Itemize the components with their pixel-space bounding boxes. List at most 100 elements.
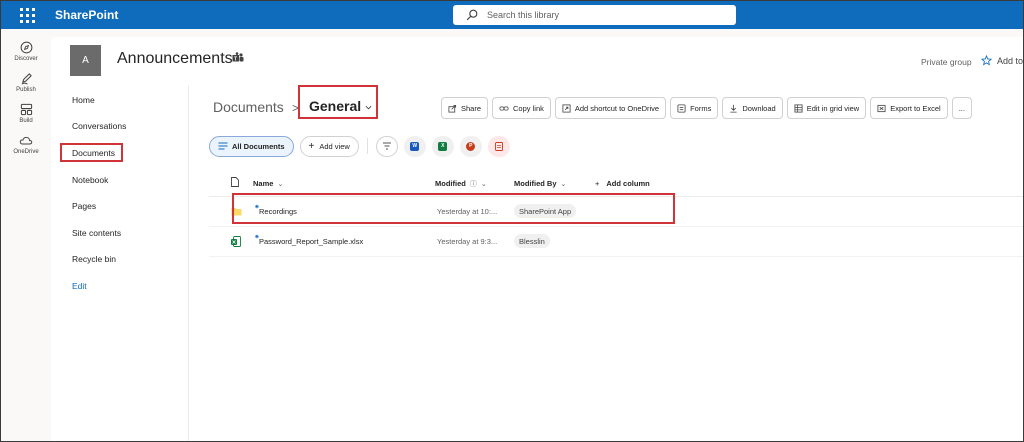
search-placeholder: Search this library — [487, 10, 560, 20]
more-commands-button[interactable]: ... — [951, 97, 972, 119]
forms-button[interactable]: Forms — [670, 97, 719, 119]
new-word-button[interactable]: W — [403, 135, 426, 157]
link-icon — [499, 105, 509, 111]
nav-item-home[interactable]: Home — [72, 95, 95, 105]
new-excel-button[interactable]: X — [431, 135, 454, 157]
nav-item-recycle-bin[interactable]: Recycle bin — [72, 254, 116, 264]
new-powerpoint-button[interactable]: P — [459, 135, 482, 157]
command-bar: Share Copy link Add shortcut to OneDrive… — [441, 97, 976, 119]
share-button[interactable]: Share — [441, 97, 489, 119]
all-documents-view-button[interactable]: All Documents — [209, 135, 294, 157]
plus-icon: + — [595, 179, 600, 188]
build-icon — [20, 103, 32, 116]
download-label: Download — [742, 103, 776, 113]
add-shortcut-button[interactable]: Add shortcut to OneDrive — [554, 97, 667, 119]
table-row[interactable]: ⁕ Password_Report_Sample.xlsx Yesterday … — [209, 227, 1023, 257]
rail-item-discover[interactable]: Discover — [1, 41, 51, 62]
column-header-name[interactable]: Name ⌄ — [253, 179, 283, 188]
nav-item-site-contents[interactable]: Site contents — [72, 228, 121, 238]
edit-grid-view-button[interactable]: Edit in grid view — [786, 97, 867, 119]
rail-item-publish[interactable]: Publish — [1, 72, 51, 93]
library-main: Documents > General Share Copy link Add … — [189, 85, 1023, 441]
grid-icon — [794, 103, 803, 113]
new-pdf-button[interactable] — [487, 135, 510, 157]
highlight-box-recordings — [232, 193, 675, 224]
suite-header: SharePoint Search this library — [1, 1, 1023, 29]
plus-icon: + — [308, 140, 315, 152]
word-icon: W — [410, 141, 420, 151]
site-header: A Announcements T Private group Add to — [51, 37, 1023, 85]
site-title[interactable]: Announcements — [117, 50, 233, 68]
nav-item-pages[interactable]: Pages — [72, 201, 96, 211]
search-box[interactable]: Search this library — [453, 5, 736, 25]
share-label: Share — [461, 103, 482, 113]
nav-item-notebook[interactable]: Notebook — [72, 175, 108, 185]
column-name-label: Name — [253, 179, 274, 188]
view-switcher-row: All Documents + Add view W X P — [209, 135, 516, 157]
app-rail: Discover Publish Build OneDrive — [1, 29, 51, 441]
export-excel-label: Export to Excel — [890, 103, 941, 113]
column-header-modified-by[interactable]: Modified By ⌄ — [514, 179, 566, 188]
nav-item-conversations[interactable]: Conversations — [72, 121, 126, 131]
powerpoint-icon: P — [466, 141, 476, 151]
cloud-icon — [19, 136, 33, 145]
nav-edit-link[interactable]: Edit — [72, 281, 87, 291]
sharepoint-window: SharePoint Search this library Discover … — [0, 0, 1024, 442]
filter-button[interactable] — [375, 135, 398, 157]
star-icon[interactable] — [981, 55, 992, 66]
site-logo[interactable]: A — [70, 45, 101, 76]
add-column-button[interactable]: + Add column — [595, 179, 650, 188]
search-icon — [466, 9, 478, 21]
pen-icon — [21, 73, 32, 85]
forms-icon — [677, 103, 686, 113]
privacy-label: Private group — [921, 57, 972, 67]
highlight-box-documents — [60, 143, 123, 162]
share-icon — [448, 104, 457, 113]
all-documents-label: All Documents — [232, 141, 285, 151]
rail-label: Discover — [14, 56, 38, 62]
add-view-label: Add view — [319, 141, 350, 151]
chevron-down-icon: ⌄ — [277, 181, 284, 188]
excel-icon: X — [438, 141, 448, 151]
pdf-icon — [494, 141, 503, 151]
modified-by-persona[interactable]: Blesslin — [514, 234, 550, 248]
site-container: A Announcements T Private group Add to H… — [51, 37, 1023, 441]
excel-file-icon — [231, 236, 241, 247]
compass-icon — [20, 41, 32, 54]
column-modified-label: Modified — [435, 179, 466, 188]
site-navigation: Home Conversations Documents Notebook Pa… — [51, 85, 189, 441]
file-type-icon[interactable] — [231, 177, 239, 187]
download-icon — [730, 104, 737, 113]
svg-text:T: T — [234, 56, 237, 62]
rail-label: Publish — [16, 87, 36, 93]
file-name[interactable]: Password_Report_Sample.xlsx — [259, 237, 363, 246]
modified-date: Yesterday at 9:3... — [437, 237, 498, 246]
download-button[interactable]: Download — [722, 97, 783, 119]
add-to-button[interactable]: Add to — [997, 56, 1023, 66]
info-icon: ⓘ — [469, 181, 477, 188]
teams-icon[interactable]: T — [232, 52, 244, 64]
rail-label: Build — [19, 118, 33, 124]
column-header-modified[interactable]: Modified ⓘ ⌄ — [435, 179, 487, 189]
breadcrumb-documents[interactable]: Documents — [213, 99, 284, 115]
forms-label: Forms — [690, 103, 712, 113]
rail-item-build[interactable]: Build — [1, 103, 51, 124]
copy-link-label: Copy link — [513, 103, 544, 113]
add-shortcut-label: Add shortcut to OneDrive — [574, 103, 660, 113]
export-excel-button[interactable]: Export to Excel — [870, 97, 948, 119]
highlight-box-general — [298, 85, 378, 119]
add-column-label: Add column — [606, 179, 650, 188]
app-launcher-icon[interactable] — [19, 7, 35, 23]
rail-item-onedrive[interactable]: OneDrive — [1, 134, 51, 155]
list-view-icon — [218, 142, 228, 150]
shortcut-icon — [562, 103, 571, 113]
column-modified-by-label: Modified By — [514, 179, 557, 188]
edit-grid-view-label: Edit in grid view — [806, 103, 860, 113]
excel-export-icon — [877, 104, 886, 112]
chevron-down-icon: ⌄ — [480, 181, 487, 188]
filter-icon — [382, 142, 391, 150]
add-view-button[interactable]: + Add view — [299, 135, 359, 157]
app-name[interactable]: SharePoint — [55, 8, 118, 22]
copy-link-button[interactable]: Copy link — [492, 97, 551, 119]
chevron-down-icon: ⌄ — [560, 181, 567, 188]
